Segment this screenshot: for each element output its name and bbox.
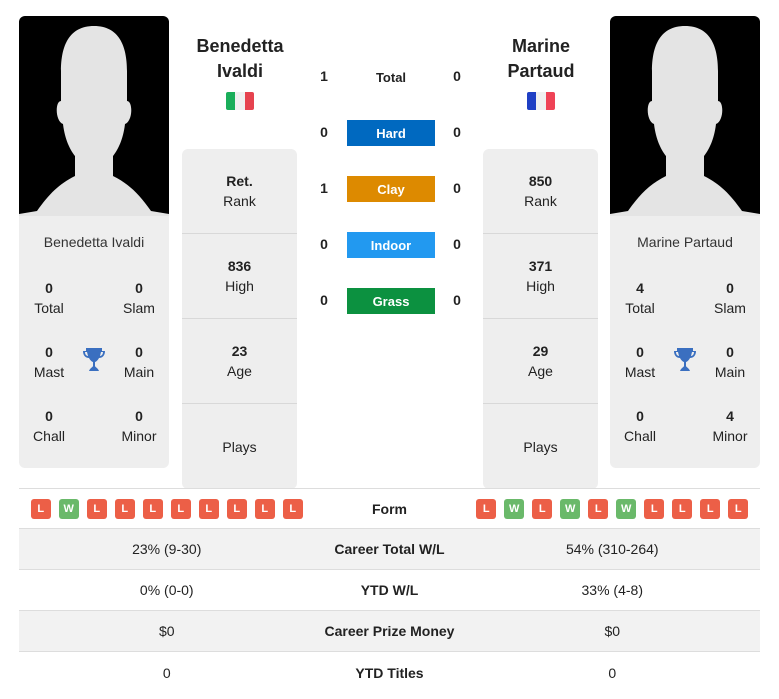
form-win-badge: W (58, 498, 79, 519)
surface-indoor-badge: Indoor (347, 232, 435, 258)
player1-titles-total: 0 Total (34, 280, 64, 316)
form-label: Form (372, 500, 407, 517)
form-loss-badge: L (532, 498, 553, 519)
player2-plays: Plays (523, 438, 558, 455)
player1-titles-chall: 0 Chall (33, 408, 65, 444)
h2h-hard: 0 Hard 0 (310, 120, 470, 146)
ytd-titles-label: YTD Titles (355, 664, 424, 681)
player2-rank: 850 Rank (483, 149, 598, 234)
player1-card-name: Benedetta Ivaldi (43, 234, 145, 250)
form-loss-badge: L (226, 498, 247, 519)
form-win-badge: W (504, 498, 525, 519)
prize-money-row: $0 Career Prize Money $0 (19, 611, 760, 652)
player2-card-name: Marine Partaud (637, 234, 733, 250)
player1-rank: Ret. Rank (182, 149, 297, 234)
silhouette-icon (610, 26, 760, 216)
player2-high: 371 High (483, 234, 598, 319)
surface-clay-badge: Clay (347, 176, 435, 202)
player2-career-wl: 54% (310-264) (565, 541, 659, 557)
h2h-grass: 0 Grass 0 (310, 288, 470, 314)
france-flag-icon (527, 92, 555, 110)
form-loss-badge: L (254, 498, 275, 519)
silhouette-icon (19, 26, 169, 216)
form-loss-badge: L (114, 498, 135, 519)
h2h-clay: 1 Clay 0 (310, 176, 470, 202)
form-loss-badge: L (672, 498, 693, 519)
form-loss-badge: L (476, 498, 497, 519)
form-win-badge: W (616, 498, 637, 519)
surface-hard-badge: Hard (347, 120, 435, 146)
form-loss-badge: L (282, 498, 303, 519)
player2-titles-minor: 4 Minor (712, 408, 748, 444)
player2-titles-slam: 0 Slam (714, 280, 746, 316)
player1-titles-slam: 0 Slam (123, 280, 155, 316)
player2-titles-mast: 0 Mast (624, 344, 656, 380)
form-row: LWLLLLLLLL Form LWLWLWLLLL (19, 488, 760, 529)
player1-titles-main: 0 Main (123, 344, 155, 380)
player1-form: LWLLLLLLLL (19, 498, 315, 519)
ytd-titles-row: 0 YTD Titles 0 (19, 652, 760, 693)
form-loss-badge: L (728, 498, 749, 519)
ytd-wl-row: 0% (0-0) YTD W/L 33% (4-8) (19, 570, 760, 611)
player1-plays: Plays (222, 438, 257, 455)
h2h-total: 1 Total 0 (310, 64, 470, 90)
player2-prize: $0 (604, 623, 621, 639)
player1-name[interactable]: Benedetta Ivaldi (175, 34, 305, 84)
comparison-table: LWLLLLLLLL Form LWLWLWLLLL 23% (9-30) Ca… (19, 488, 760, 693)
player1-info: Ret. Rank 836 High 23 Age Plays (182, 149, 297, 489)
player1-age: 23 Age (182, 319, 297, 404)
h2h-indoor: 0 Indoor 0 (310, 232, 470, 258)
player2-card: Marine Partaud 4 Total 0 Slam 0 Mast 0 Main … (610, 216, 760, 468)
player2-titles-chall: 0 Chall (624, 408, 656, 444)
player1-titles-mast: 0 Mast (33, 344, 65, 380)
prize-money-label: Career Prize Money (324, 623, 455, 639)
form-win-badge: W (560, 498, 581, 519)
player1-prize: $0 (158, 623, 175, 639)
h2h-total-label: Total (375, 69, 407, 85)
player2-form: LWLWLWLLLL (465, 498, 761, 519)
italy-flag-icon (226, 92, 254, 110)
form-loss-badge: L (86, 498, 107, 519)
trophy-icon (82, 347, 106, 373)
player2-titles-total: 4 Total (625, 280, 655, 316)
player2-ytd-wl: 33% (4-8) (581, 582, 643, 598)
player1-photo (19, 16, 169, 216)
player2-ytd-titles: 0 (608, 664, 617, 681)
player1-ytd-wl: 0% (0-0) (139, 582, 194, 598)
player2-photo (610, 16, 760, 216)
player2-age: 29 Age (483, 319, 598, 404)
player2-titles-main: 0 Main (714, 344, 746, 380)
form-loss-badge: L (700, 498, 721, 519)
form-loss-badge: L (170, 498, 191, 519)
form-loss-badge: L (30, 498, 51, 519)
player1-ytd-titles: 0 (162, 664, 171, 681)
form-loss-badge: L (644, 498, 665, 519)
player2-name[interactable]: Marine Partaud (476, 34, 606, 84)
player1-high: 836 High (182, 234, 297, 319)
form-loss-badge: L (142, 498, 163, 519)
player2-info: 850 Rank 371 High 29 Age Plays (483, 149, 598, 489)
ytd-wl-label: YTD W/L (360, 582, 419, 598)
trophy-icon (673, 347, 697, 373)
player1-card: Benedetta Ivaldi 0 Total 0 Slam 0 Mast 0 Mai… (19, 216, 169, 468)
form-loss-badge: L (588, 498, 609, 519)
career-wl-label: Career Total W/L (334, 541, 445, 557)
form-loss-badge: L (198, 498, 219, 519)
player1-career-wl: 23% (9-30) (132, 541, 202, 557)
career-wl-row: 23% (9-30) Career Total W/L 54% (310-264… (19, 529, 760, 570)
surface-grass-badge: Grass (347, 288, 435, 314)
player1-titles-minor: 0 Minor (121, 408, 157, 444)
